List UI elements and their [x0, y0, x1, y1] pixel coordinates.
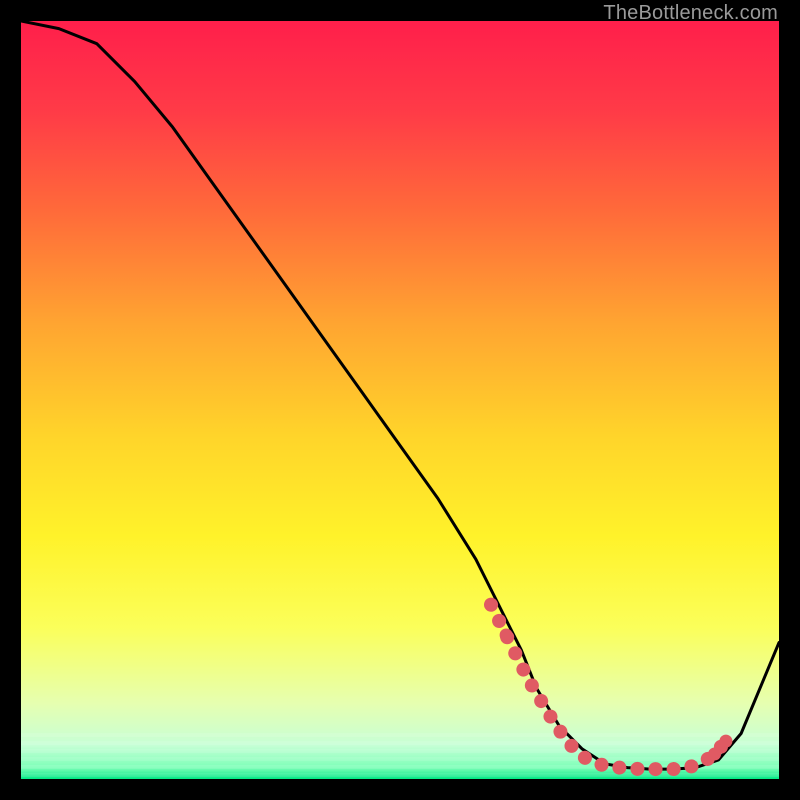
band-strip	[21, 757, 779, 761]
band-strip	[21, 741, 779, 745]
highlight-marker	[485, 598, 498, 611]
chart-stage: TheBottleneck.com	[0, 0, 800, 800]
band-strip	[21, 773, 779, 777]
band-strip	[21, 749, 779, 753]
plot-area	[21, 21, 779, 779]
gradient-background	[21, 21, 779, 779]
chart-svg	[21, 21, 779, 779]
highlight-marker	[719, 735, 732, 748]
band-strip	[21, 733, 779, 737]
highlight-marker	[500, 629, 513, 642]
highlight-marker	[708, 748, 721, 761]
